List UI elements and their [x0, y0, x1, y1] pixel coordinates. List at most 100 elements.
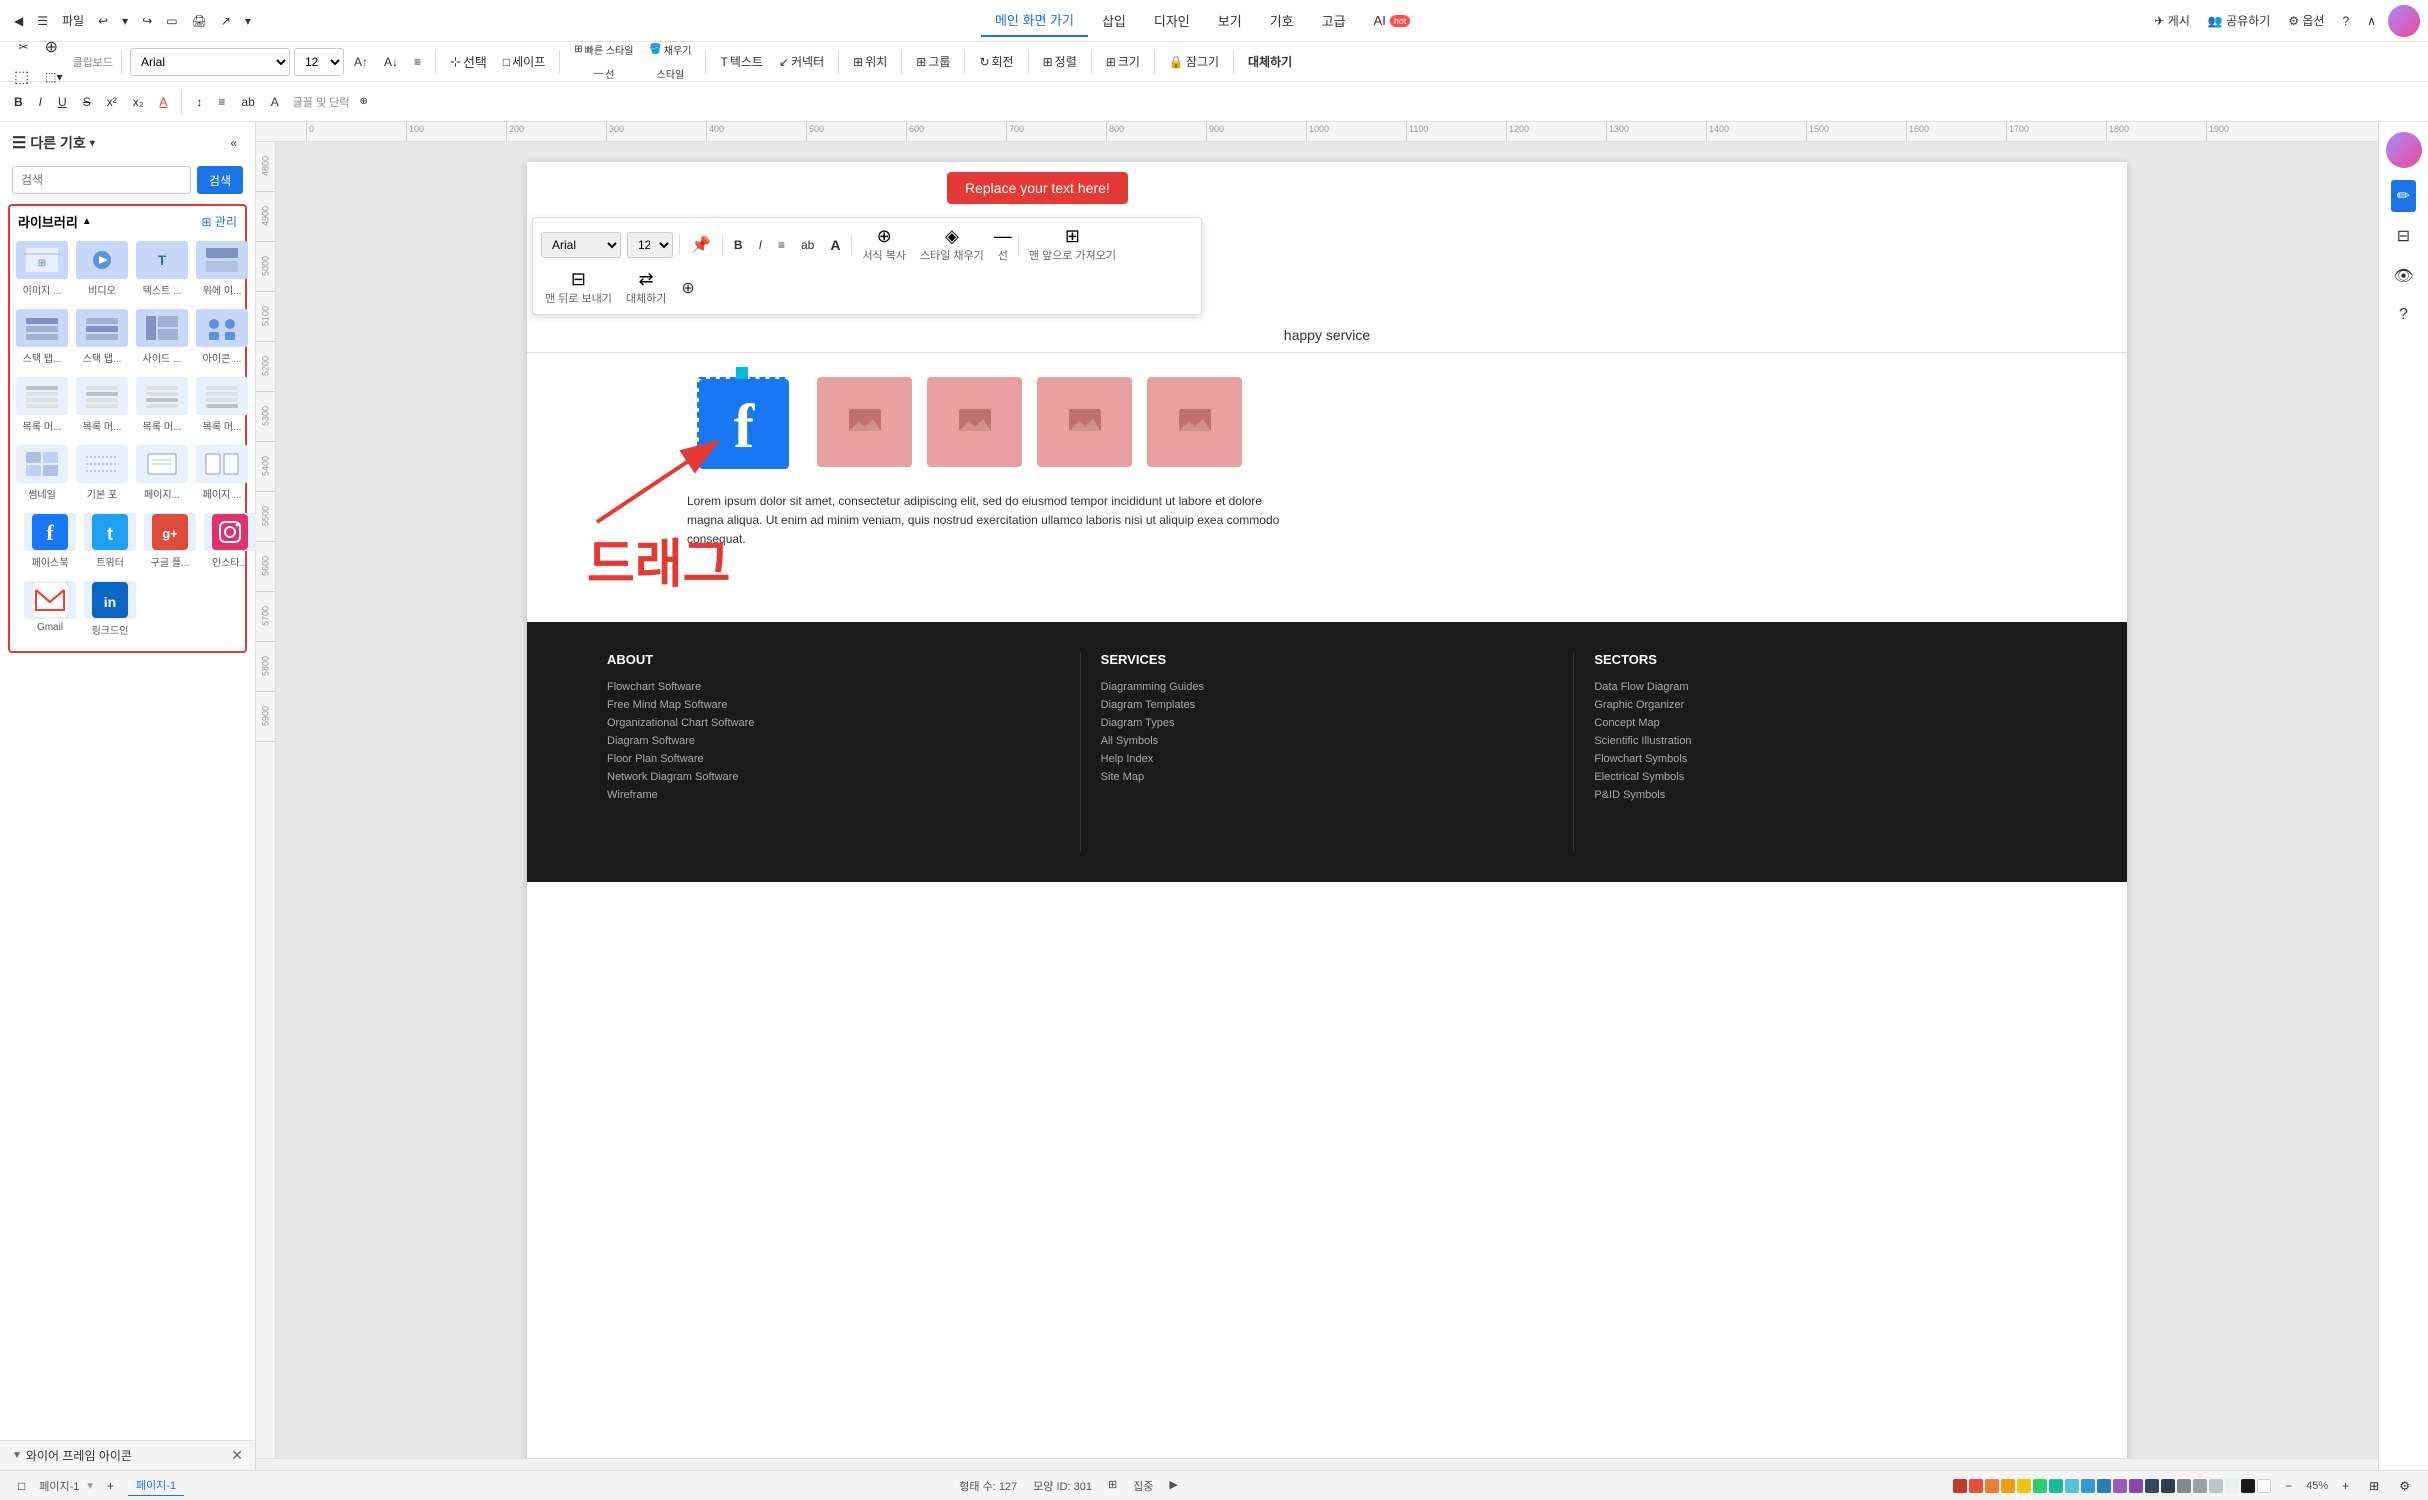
ft-pin-button[interactable]: 📌	[686, 232, 716, 258]
paste-button[interactable]: ⬚	[8, 63, 35, 91]
export-button[interactable]: ↗	[215, 10, 237, 32]
ft-format-copy[interactable]: ⊕ 서식 복사	[858, 226, 910, 263]
ft-ab-button[interactable]: ab	[796, 235, 819, 255]
lib-item-stack1[interactable]: 스택 탭...	[14, 305, 70, 369]
swatch-gray2[interactable]	[2193, 1479, 2207, 1493]
active-page-tab[interactable]: 페이지-1	[128, 1475, 184, 1496]
footer-item[interactable]: Flowchart Symbols	[1594, 753, 2047, 765]
lib-item-stack2[interactable]: 스택 탭...	[74, 305, 130, 369]
footer-item[interactable]: Help Index	[1101, 753, 1554, 765]
swatch-cyan[interactable]	[2065, 1479, 2079, 1493]
rotate-button[interactable]: ↻ 회전	[973, 49, 1019, 74]
back-button[interactable]: ◀	[8, 10, 29, 32]
footer-item[interactable]: Diagram Templates	[1101, 699, 1554, 711]
line-button[interactable]: — 선	[587, 62, 620, 85]
ft-style-fill[interactable]: ◈ 스타일 채우기	[916, 226, 988, 263]
swatch-white2[interactable]	[2257, 1479, 2271, 1493]
nav-advanced[interactable]: 고급	[1308, 5, 1360, 36]
line-spacing-button[interactable]: ↕	[190, 91, 208, 113]
footer-item[interactable]: Diagram Software	[607, 735, 1060, 747]
undo-button[interactable]: ↩	[92, 10, 114, 32]
connector-button[interactable]: ↙ 커넥터	[773, 49, 830, 74]
increase-font-button[interactable]: A↑	[348, 51, 374, 73]
lib-item-image[interactable]: ⊞ 이미지 ...	[14, 237, 70, 301]
nav-insert[interactable]: 삽입	[1088, 5, 1140, 36]
copy-button[interactable]: ⊕	[39, 33, 64, 61]
page-layout-button[interactable]: □	[12, 1475, 31, 1497]
subscript-button[interactable]: x₂	[127, 91, 150, 113]
footer-item[interactable]: Wireframe	[607, 789, 1060, 801]
lib-item-above[interactable]: 위에 이...	[194, 237, 250, 301]
bold-button[interactable]: B	[8, 91, 29, 113]
hamburger-menu[interactable]: ☰	[31, 10, 54, 32]
user-avatar[interactable]	[2388, 5, 2420, 37]
zoom-minus-button[interactable]: −	[2279, 1475, 2298, 1497]
undo-dropdown[interactable]: ▾	[116, 10, 134, 32]
lib-item-basic[interactable]: 기본 포	[74, 441, 130, 505]
swatch-orange[interactable]	[1985, 1479, 1999, 1493]
shape-tool-button[interactable]: □ 세이프	[497, 49, 551, 74]
swatch-darkblue2[interactable]	[2161, 1479, 2175, 1493]
right-panel-avatar[interactable]	[2386, 132, 2422, 168]
footer-item[interactable]: Network Diagram Software	[607, 771, 1060, 783]
search-input[interactable]	[12, 166, 191, 194]
position-button[interactable]: ⊞ 위치	[847, 49, 893, 74]
lock-button[interactable]: 🔒 잠그기	[1163, 49, 1225, 74]
swatch-red2[interactable]	[1969, 1479, 1983, 1493]
share-button[interactable]: 👥 공유하기	[2202, 8, 2276, 33]
ft-size-select[interactable]: 12	[627, 232, 673, 258]
swatch-purple[interactable]	[2113, 1479, 2127, 1493]
ft-line[interactable]: — 선	[994, 226, 1012, 263]
lib-item-facebook[interactable]: f 페이스북	[22, 509, 78, 573]
size-button[interactable]: ⊞ 크기	[1100, 49, 1146, 74]
panel-collapse-button[interactable]: «	[224, 132, 243, 154]
swatch-green[interactable]	[2033, 1479, 2047, 1493]
quick-style-button[interactable]: ⊞ 빠른 스타일	[568, 38, 639, 61]
lib-item-list3[interactable]: 목록 머...	[134, 373, 190, 437]
nav-main[interactable]: 메인 화면 가기	[981, 4, 1088, 37]
footer-item[interactable]: Flowchart Software	[607, 681, 1060, 693]
ft-replace[interactable]: ⇄ 대체하기	[622, 269, 670, 306]
strikethrough-button[interactable]: S	[77, 91, 97, 113]
footer-item[interactable]: Scientific Illustration	[1594, 735, 2047, 747]
lib-item-list4[interactable]: 목록 머...	[194, 373, 250, 437]
ft-align-button[interactable]: ≡	[773, 235, 790, 255]
lib-item-googleplus[interactable]: g+ 구글 플...	[142, 509, 198, 573]
wireframe-close-button[interactable]: ✕	[231, 1447, 243, 1464]
footer-item[interactable]: Electrical Symbols	[1594, 771, 2047, 783]
lib-item-twitter[interactable]: t 트위터	[82, 509, 138, 573]
footer-item[interactable]: Graphic Organizer	[1594, 699, 2047, 711]
lib-item-thumbnail[interactable]: 썸네일	[14, 441, 70, 505]
swatch-blue[interactable]	[2081, 1479, 2095, 1493]
lib-item-page1[interactable]: 페이지...	[134, 441, 190, 505]
edit-panel-button[interactable]: ✏	[2391, 180, 2416, 212]
ft-bold-button[interactable]: B	[729, 235, 748, 255]
redo-button[interactable]: ↪	[136, 10, 158, 32]
file-menu[interactable]: 파일	[56, 8, 90, 33]
footer-item[interactable]: Diagram Types	[1101, 717, 1554, 729]
ft-font-select[interactable]: Arial	[541, 232, 621, 258]
footer-item[interactable]: All Symbols	[1101, 735, 1554, 747]
underline-button[interactable]: U	[52, 91, 73, 113]
preview-panel-button[interactable]: 👁	[2387, 260, 2419, 292]
replace-button[interactable]: 대체하기	[1242, 49, 1298, 74]
swatch-white[interactable]	[2225, 1479, 2239, 1493]
nav-view[interactable]: 보기	[1204, 5, 1256, 36]
zoom-plus-button[interactable]: +	[2336, 1475, 2355, 1497]
swatch-lightgray[interactable]	[2209, 1479, 2223, 1493]
swatch-darkblue[interactable]	[2145, 1479, 2159, 1493]
footer-item[interactable]: Organizational Chart Software	[607, 717, 1060, 729]
manage-link[interactable]: ⊞ 관리	[202, 213, 238, 230]
fit-button[interactable]: ⊞	[2363, 1475, 2385, 1497]
indent-button[interactable]: ab	[235, 91, 260, 113]
text-color-button[interactable]: A	[153, 91, 173, 113]
select-tool-button[interactable]: ⊹ 선택	[444, 48, 493, 75]
text-align-button[interactable]: ≡	[408, 51, 427, 73]
italic-button[interactable]: I	[33, 91, 48, 113]
lib-item-side[interactable]: 사이드 ...	[134, 305, 190, 369]
paste-dropdown[interactable]: ⬚▾	[39, 63, 68, 91]
swatch-red[interactable]	[1953, 1479, 1967, 1493]
footer-item[interactable]: P&ID Symbols	[1594, 789, 2047, 801]
group-button[interactable]: ⊞ 그룹	[910, 49, 956, 74]
superscript-button[interactable]: x²	[101, 91, 123, 113]
